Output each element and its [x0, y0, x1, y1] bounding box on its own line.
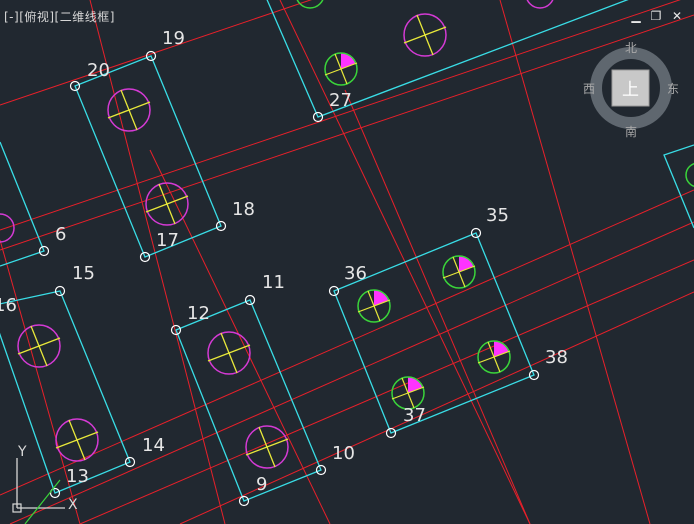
drawing-canvas[interactable]: 19 20 27 18 17 6 35 36 15 11 16 12 38 37… [0, 0, 694, 524]
point-label: 14 [142, 435, 165, 456]
pile-symbol[interactable] [17, 324, 61, 368]
point-label: 20 [87, 60, 110, 81]
point-label: 38 [545, 347, 568, 368]
pile-cap-frame [175, 299, 322, 502]
close-viewport-button[interactable]: ✕ [671, 10, 683, 22]
pile-symbol[interactable] [107, 88, 151, 132]
point-label: 17 [156, 230, 179, 251]
point-label: 13 [66, 466, 89, 487]
compass-west[interactable]: 西 [583, 82, 595, 96]
viewport-controls-label[interactable]: [-][俯视][二维线框] [4, 8, 115, 25]
compass-east[interactable]: 东 [667, 82, 679, 96]
drawing-viewport[interactable]: 19 20 27 18 17 6 35 36 15 11 16 12 38 37… [0, 0, 694, 524]
vertex-markers [38, 50, 540, 507]
column-symbol[interactable] [296, 0, 324, 9]
restore-viewport-button[interactable]: ❐ [650, 10, 662, 22]
point-label: 16 [0, 295, 17, 316]
point-label: 37 [403, 405, 426, 426]
ucs-y-label: Y [17, 444, 27, 460]
point-label: 6 [55, 224, 66, 245]
point-label: 10 [332, 443, 355, 464]
pile-symbol[interactable] [526, 0, 554, 9]
column-symbol[interactable] [477, 340, 511, 374]
pile-cap-frame [663, 144, 694, 229]
viewcube-top-label: 上 [622, 80, 639, 100]
point-label: 19 [162, 28, 185, 49]
column-symbol[interactable] [324, 52, 358, 86]
point-label: 18 [232, 199, 255, 220]
pile-symbol[interactable] [145, 182, 189, 226]
point-label: 9 [256, 474, 267, 495]
minimize-viewport-button[interactable]: ▁ [630, 10, 642, 22]
point-label: 11 [262, 272, 285, 293]
column-symbol[interactable] [357, 289, 391, 323]
compass-south[interactable]: 南 [625, 124, 637, 139]
pile-symbol[interactable] [245, 425, 289, 469]
point-label: 36 [344, 263, 367, 284]
pile-symbol[interactable] [403, 13, 447, 57]
red-axis-line [0, 0, 681, 231]
red-axis-line [0, 14, 694, 251]
column-symbol[interactable] [685, 162, 694, 188]
column-symbol[interactable] [442, 255, 476, 289]
pile-symbol[interactable] [55, 418, 99, 462]
pile-symbol[interactable] [207, 331, 251, 375]
pile-cap-frame [266, 0, 629, 118]
point-label: 12 [187, 303, 210, 324]
pile-cap-frame [0, 290, 131, 494]
viewcube[interactable]: 上 北 南 西 东 [583, 41, 679, 139]
point-label: 27 [329, 90, 352, 111]
compass-north[interactable]: 北 [625, 41, 637, 55]
point-label: 15 [72, 263, 95, 284]
ucs-x-label: X [68, 497, 78, 513]
point-label: 35 [486, 205, 509, 226]
